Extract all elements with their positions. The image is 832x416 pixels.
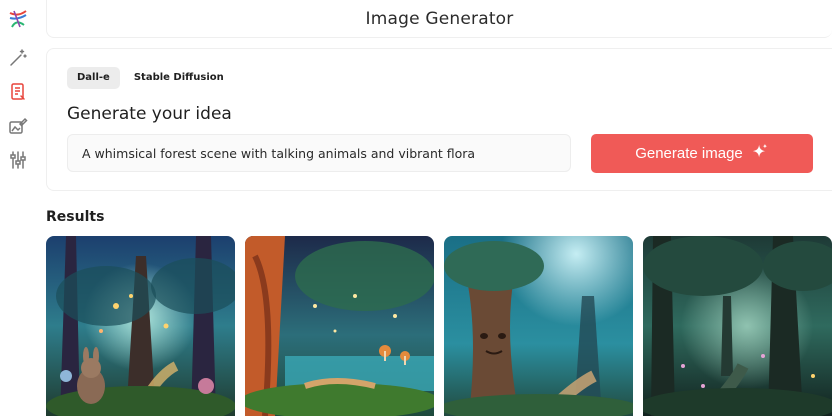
model-tabs: Dall-e Stable Diffusion <box>67 67 234 89</box>
result-image-2[interactable] <box>245 236 434 416</box>
header-bar: Image Generator <box>46 0 832 38</box>
image-edit-icon[interactable] <box>7 115 29 137</box>
results-heading: Results <box>46 209 105 225</box>
tab-dall-e[interactable]: Dall-e <box>67 67 120 89</box>
generate-image-button[interactable]: Generate image <box>591 134 813 173</box>
result-image-4[interactable] <box>643 236 832 416</box>
generate-button-label: Generate image <box>635 145 743 162</box>
sparkle-icon <box>751 143 769 164</box>
generator-card: Dall-e Stable Diffusion Generate your id… <box>46 48 832 191</box>
logo-icon[interactable] <box>7 8 29 30</box>
prompt-field[interactable] <box>67 134 571 172</box>
result-image-1[interactable] <box>46 236 235 416</box>
sidebar <box>0 0 36 416</box>
generator-heading: Generate your idea <box>67 104 232 124</box>
page-title: Image Generator <box>365 8 514 29</box>
sliders-icon[interactable] <box>7 149 29 171</box>
result-image-3[interactable] <box>444 236 633 416</box>
magic-wand-icon[interactable] <box>7 47 29 69</box>
prompt-input[interactable] <box>82 145 556 161</box>
document-icon[interactable] <box>7 81 29 103</box>
tab-stable-diffusion[interactable]: Stable Diffusion <box>124 67 234 89</box>
